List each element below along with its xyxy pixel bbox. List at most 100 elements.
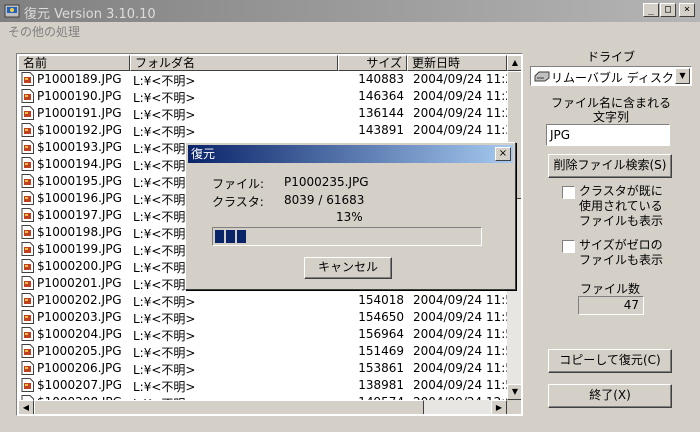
file-name: P1000205.JPG <box>37 344 122 358</box>
list-item[interactable]: $1000207.JPG L:¥<不明> 138981 2004/09/24 11:5… <box>18 377 521 394</box>
list-item[interactable]: P1000202.JPG L:¥<不明> 154018 2004/09/24 11:5… <box>18 292 521 309</box>
show-zero-size-label-2: ファイルも表示 <box>579 253 664 267</box>
folder-name: L:¥<不明> <box>133 125 196 139</box>
column-header-date[interactable]: 更新日時 <box>407 55 507 71</box>
copy-restore-button[interactable]: コピーして復元(C) <box>548 349 672 373</box>
jpg-file-icon <box>21 225 34 239</box>
show-used-cluster-checkbox[interactable] <box>562 186 575 199</box>
filename-label-line2: 文字列 <box>592 110 629 124</box>
dialog-percent: 13% <box>336 210 363 224</box>
main-window: 復元 Version 3.10.10 _ □ × その他の処理 名前 フォルダ名… <box>0 0 700 432</box>
list-item[interactable]: $1000192.JPG L:¥<不明> 143891 2004/09/24 11:3… <box>18 122 521 139</box>
file-name: $1000200.JPG <box>37 259 122 273</box>
file-name: $1000196.JPG <box>37 191 122 205</box>
horizontal-scroll-thumb[interactable] <box>34 400 424 414</box>
jpg-file-icon <box>21 208 34 222</box>
list-item[interactable]: P1000205.JPG L:¥<不明> 151469 2004/09/24 11:5… <box>18 343 521 360</box>
column-header-folder[interactable]: フォルダ名 <box>130 55 338 71</box>
jpg-file-icon <box>21 72 34 86</box>
list-header: 名前 フォルダ名 サイズ 更新日時 <box>18 55 507 71</box>
progress-block <box>226 230 235 243</box>
jpg-file-icon <box>21 106 34 120</box>
list-item[interactable]: P1000206.JPG L:¥<不明> 153861 2004/09/24 11:5… <box>18 360 521 377</box>
menu-other-processing[interactable]: その他の処理 <box>8 23 80 40</box>
folder-name: L:¥<不明> <box>133 108 196 122</box>
scroll-left-button[interactable]: ◀ <box>18 400 34 414</box>
modified-date: 2004/09/24 11:58 <box>413 310 521 324</box>
scroll-down-button[interactable]: ▼ <box>507 384 521 400</box>
drive-select-value: リムーバブル ディスク (L <box>551 71 673 85</box>
jpg-file-icon <box>21 174 34 188</box>
folder-name: L:¥<不明> <box>133 346 196 360</box>
jpg-file-icon <box>21 378 34 392</box>
file-name: $1000192.JPG <box>37 123 122 137</box>
show-used-cluster-label-3: ファイルも表示 <box>579 214 664 228</box>
file-size: 151469 <box>358 344 404 358</box>
jpg-file-icon <box>21 140 34 154</box>
title-bar[interactable]: 復元 Version 3.10.10 _ □ × <box>0 0 700 22</box>
file-name: P1000191.JPG <box>37 106 122 120</box>
folder-name: L:¥<不明> <box>133 295 196 309</box>
dialog-title-bar[interactable]: 復元 <box>188 145 513 163</box>
folder-name: L:¥<不明> <box>133 91 196 105</box>
filename-input[interactable]: JPG <box>546 124 670 146</box>
file-size: 154650 <box>358 310 404 324</box>
file-name: P1000202.JPG <box>37 293 122 307</box>
dialog-close-button[interactable]: × <box>495 147 511 161</box>
progress-block <box>237 230 246 243</box>
file-count-value: 47 <box>578 296 644 315</box>
file-name: P1000189.JPG <box>37 72 122 86</box>
modified-date: 2004/09/24 11:58 <box>413 293 521 307</box>
horizontal-scrollbar[interactable]: ◀ ▶ <box>18 400 507 414</box>
list-item[interactable]: $1000204.JPG L:¥<不明> 156964 2004/09/24 11:5… <box>18 326 521 343</box>
dialog-file-label: ファイル: <box>212 177 265 191</box>
cancel-button[interactable]: キャンセル <box>304 257 392 279</box>
file-size: 143891 <box>358 123 404 137</box>
file-name: P1000203.JPG <box>37 310 122 324</box>
modified-date: 2004/09/24 11:29 <box>413 89 521 103</box>
menu-bar: その他の処理 <box>0 22 700 40</box>
dialog-cluster-value: 8039 / 61683 <box>284 193 365 207</box>
jpg-file-icon <box>21 123 34 137</box>
file-size: 140883 <box>358 72 404 86</box>
jpg-file-icon <box>21 157 34 171</box>
jpg-file-icon <box>21 259 34 273</box>
file-size: 153861 <box>358 361 404 375</box>
scroll-right-button[interactable]: ▶ <box>491 400 507 414</box>
list-item[interactable]: P1000191.JPG L:¥<不明> 136144 2004/09/24 11:2… <box>18 105 521 122</box>
maximize-button[interactable]: □ <box>660 3 676 17</box>
jpg-file-icon <box>21 191 34 205</box>
file-name: P1000190.JPG <box>37 89 122 103</box>
column-header-size[interactable]: サイズ <box>338 55 407 71</box>
close-button[interactable]: × <box>679 3 695 17</box>
chevron-down-icon[interactable]: ▼ <box>675 68 690 84</box>
modified-date: 2004/09/24 11:37 <box>413 123 521 137</box>
list-item[interactable]: P1000190.JPG L:¥<不明> 146364 2004/09/24 11:2… <box>18 88 521 105</box>
list-item[interactable]: P1000203.JPG L:¥<不明> 154650 2004/09/24 11:5… <box>18 309 521 326</box>
show-zero-size-checkbox[interactable] <box>562 240 575 253</box>
modified-date: 2004/09/24 11:59 <box>413 361 521 375</box>
jpg-file-icon <box>21 276 34 290</box>
jpg-file-icon <box>21 293 34 307</box>
jpg-file-icon <box>21 89 34 103</box>
drive-select[interactable]: リムーバブル ディスク (L ▼ <box>530 66 692 86</box>
modified-date: 2004/09/24 11:29 <box>413 72 521 86</box>
restore-progress-bar <box>212 227 482 246</box>
file-name: $1000194.JPG <box>37 157 122 171</box>
list-item[interactable]: P1000189.JPG L:¥<不明> 140883 2004/09/24 11:2… <box>18 71 521 88</box>
scroll-up-button[interactable]: ▲ <box>507 55 521 71</box>
minimize-button[interactable]: _ <box>643 3 659 17</box>
file-name: $1000199.JPG <box>37 242 122 256</box>
jpg-file-icon <box>21 361 34 375</box>
jpg-file-icon <box>21 327 34 341</box>
file-name: $1000207.JPG <box>37 378 122 392</box>
file-name: P1000201.JPG <box>37 276 122 290</box>
search-deleted-files-button[interactable]: 削除ファイル検索(S) <box>548 154 672 178</box>
file-count-label: ファイル数 <box>579 282 640 296</box>
removable-drive-icon <box>534 71 550 82</box>
restore-progress-dialog: 復元 × ファイル: P1000235.JPG クラスタ: 8039 / 616… <box>185 142 516 290</box>
modified-date: 2004/09/24 11:59 <box>413 344 521 358</box>
jpg-file-icon <box>21 242 34 256</box>
exit-button[interactable]: 終了(X) <box>548 384 672 408</box>
column-header-name[interactable]: 名前 <box>18 55 130 71</box>
